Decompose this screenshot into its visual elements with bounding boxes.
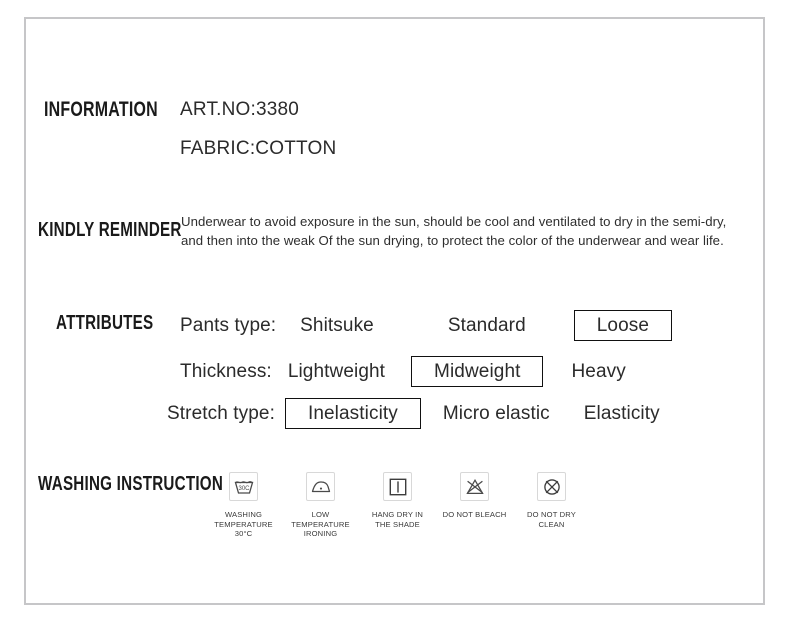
low-temperature-iron-icon — [311, 480, 330, 492]
attribute-label-stretch-type: Stretch type: — [167, 402, 275, 424]
care-item-low-temperature-ironing: LOW TEMPERATURE IRONING — [282, 472, 359, 539]
care-tile — [460, 472, 489, 501]
option-pants-type-standard[interactable]: Standard — [442, 315, 532, 337]
product-information-panel: INFORMATION ART.NO:3380 FABRIC:COTTON KI… — [0, 0, 790, 630]
do-not-bleach-icon — [465, 478, 484, 494]
attribute-label-thickness: Thickness: — [180, 360, 272, 382]
care-tile: 30C — [229, 472, 258, 501]
section-heading-washing-instruction: WASHING INSTRUCTION — [38, 473, 224, 495]
option-pants-type-loose-selected[interactable]: Loose — [573, 310, 673, 341]
care-symbol-list: 30C WASHING TEMPERATURE 30°C LOW TEMPERA… — [205, 472, 590, 539]
care-item-do-not-bleach: DO NOT BLEACH — [436, 472, 513, 520]
reminder-line-2: and then into the weak Of the sun drying… — [181, 233, 724, 248]
attribute-row-thickness: Thickness: Lightweight Midweight Heavy — [180, 356, 632, 387]
hang-dry-shade-icon — [389, 478, 406, 495]
wash-tub-30c-icon: 30C — [234, 480, 253, 494]
kindly-reminder-text: Underwear to avoid exposure in the sun, … — [181, 212, 766, 250]
care-item-do-not-dry-clean: DO NOT DRY CLEAN — [513, 472, 590, 529]
option-stretch-type-elasticity[interactable]: Elasticity — [578, 403, 666, 425]
section-heading-attributes: ATTRIBUTES — [56, 312, 154, 334]
fabric-value: FABRIC:COTTON — [180, 138, 337, 159]
care-caption: WASHING TEMPERATURE 30°C — [214, 510, 273, 538]
care-caption: LOW TEMPERATURE IRONING — [291, 510, 350, 538]
attribute-label-pants-type: Pants type: — [180, 314, 277, 336]
option-thickness-midweight-selected[interactable]: Midweight — [411, 356, 544, 387]
reminder-line-1: Underwear to avoid exposure in the sun, … — [181, 214, 727, 229]
care-tile — [383, 472, 412, 501]
svg-text:30C: 30C — [238, 486, 250, 492]
care-caption: DO NOT DRY CLEAN — [527, 510, 576, 529]
section-heading-kindly-reminder: KINDLY REMINDER — [38, 219, 182, 241]
option-thickness-lightweight[interactable]: Lightweight — [282, 361, 391, 383]
care-tile — [537, 472, 566, 501]
section-heading-information: INFORMATION — [44, 98, 158, 121]
care-tile — [306, 472, 335, 501]
option-stretch-type-micro-elastic[interactable]: Micro elastic — [437, 403, 556, 425]
care-caption: DO NOT BLEACH — [442, 510, 507, 519]
option-pants-type-shitsuke[interactable]: Shitsuke — [294, 315, 380, 337]
care-caption: HANG DRY IN THE SHADE — [371, 510, 424, 529]
attribute-row-pants-type: Pants type: Shitsuke Standard Loose — [180, 310, 673, 341]
attribute-row-stretch-type: Stretch type: Inelasticity Micro elastic… — [167, 398, 666, 429]
option-stretch-type-inelasticity-selected[interactable]: Inelasticity — [284, 398, 421, 429]
care-item-hang-dry-shade: HANG DRY IN THE SHADE — [359, 472, 436, 529]
do-not-dry-clean-icon — [543, 478, 560, 495]
care-item-washing-temperature: 30C WASHING TEMPERATURE 30°C — [205, 472, 282, 539]
option-thickness-heavy[interactable]: Heavy — [565, 361, 631, 383]
article-number-value: ART.NO:3380 — [180, 99, 300, 120]
